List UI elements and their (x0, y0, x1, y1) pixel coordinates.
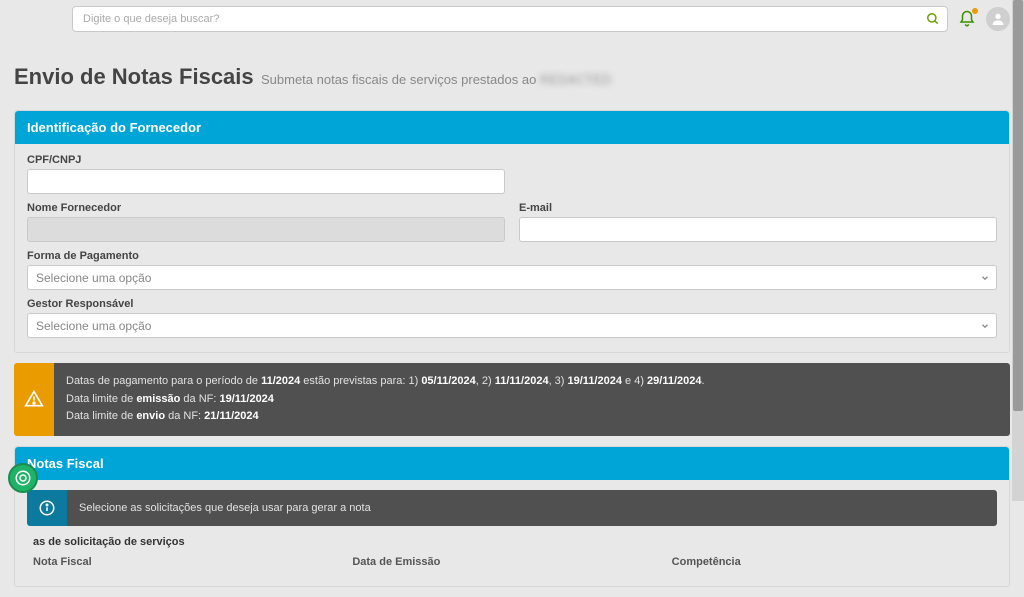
scrollbar-track[interactable] (1012, 0, 1024, 501)
search-field-wrap (72, 6, 948, 32)
section-subheading: as de solicitação de serviços (27, 536, 997, 548)
page-subtitle-entity: REDACTED (540, 72, 612, 87)
notifications-icon[interactable] (958, 10, 976, 28)
gestor-responsavel-label: Gestor Responsável (27, 298, 997, 310)
email-label: E-mail (519, 202, 997, 214)
nome-fornecedor-label: Nome Fornecedor (27, 202, 505, 214)
th-nota-fiscal: Nota Fiscal (33, 556, 352, 568)
panel-notas-fiscal: Notas Fiscal Selecione as solicitações q… (14, 446, 1010, 587)
topbar (0, 0, 1024, 38)
chevron-down-icon (980, 273, 990, 283)
page-subtitle: Submeta notas fiscais de serviços presta… (261, 72, 611, 87)
info-text: Selecione as solicitações que deseja usa… (67, 490, 997, 526)
info-icon (27, 490, 67, 526)
panel-header: Notas Fiscal (15, 447, 1009, 480)
panel-body: CPF/CNPJ Nome Fornecedor E-mail Forma de… (15, 144, 1009, 352)
panel-header: Identificação do Fornecedor (15, 111, 1009, 144)
th-competencia: Competência (672, 556, 991, 568)
search-icon[interactable] (926, 12, 940, 26)
panel-body: Selecione as solicitações que deseja usa… (15, 480, 1009, 586)
cpf-cnpj-label: CPF/CNPJ (27, 154, 505, 166)
select-placeholder: Selecione uma opção (36, 319, 151, 333)
payment-dates-alert: Datas de pagamento para o período de 11/… (14, 363, 1010, 436)
alert-text: Datas de pagamento para o período de 11/… (54, 363, 1010, 436)
chevron-down-icon (980, 321, 990, 331)
info-alert: Selecione as solicitações que deseja usa… (27, 490, 997, 526)
page-heading: Envio de Notas Fiscais Submeta notas fis… (0, 38, 1024, 100)
scrollbar-thumb[interactable] (1013, 0, 1023, 411)
user-avatar[interactable] (986, 7, 1010, 31)
panel-identificacao-fornecedor: Identificação do Fornecedor CPF/CNPJ Nom… (14, 110, 1010, 353)
table-header-row: Nota Fiscal Data de Emissão Competência (27, 552, 997, 572)
page-title: Envio de Notas Fiscais (14, 64, 254, 89)
email-input[interactable] (519, 217, 997, 242)
page-subtitle-prefix: Submeta notas fiscais de serviços presta… (261, 72, 540, 87)
forma-pagamento-select[interactable]: Selecione uma opção (27, 265, 997, 290)
cpf-cnpj-input[interactable] (27, 169, 505, 194)
gestor-responsavel-select[interactable]: Selecione uma opção (27, 313, 997, 338)
nome-fornecedor-input (27, 217, 505, 242)
forma-pagamento-label: Forma de Pagamento (27, 250, 997, 262)
th-data-emissao: Data de Emissão (352, 556, 671, 568)
notification-dot-icon (972, 8, 978, 14)
help-badge[interactable] (8, 463, 38, 493)
search-input[interactable] (72, 6, 948, 32)
warning-icon (14, 363, 54, 436)
select-placeholder: Selecione uma opção (36, 271, 151, 285)
